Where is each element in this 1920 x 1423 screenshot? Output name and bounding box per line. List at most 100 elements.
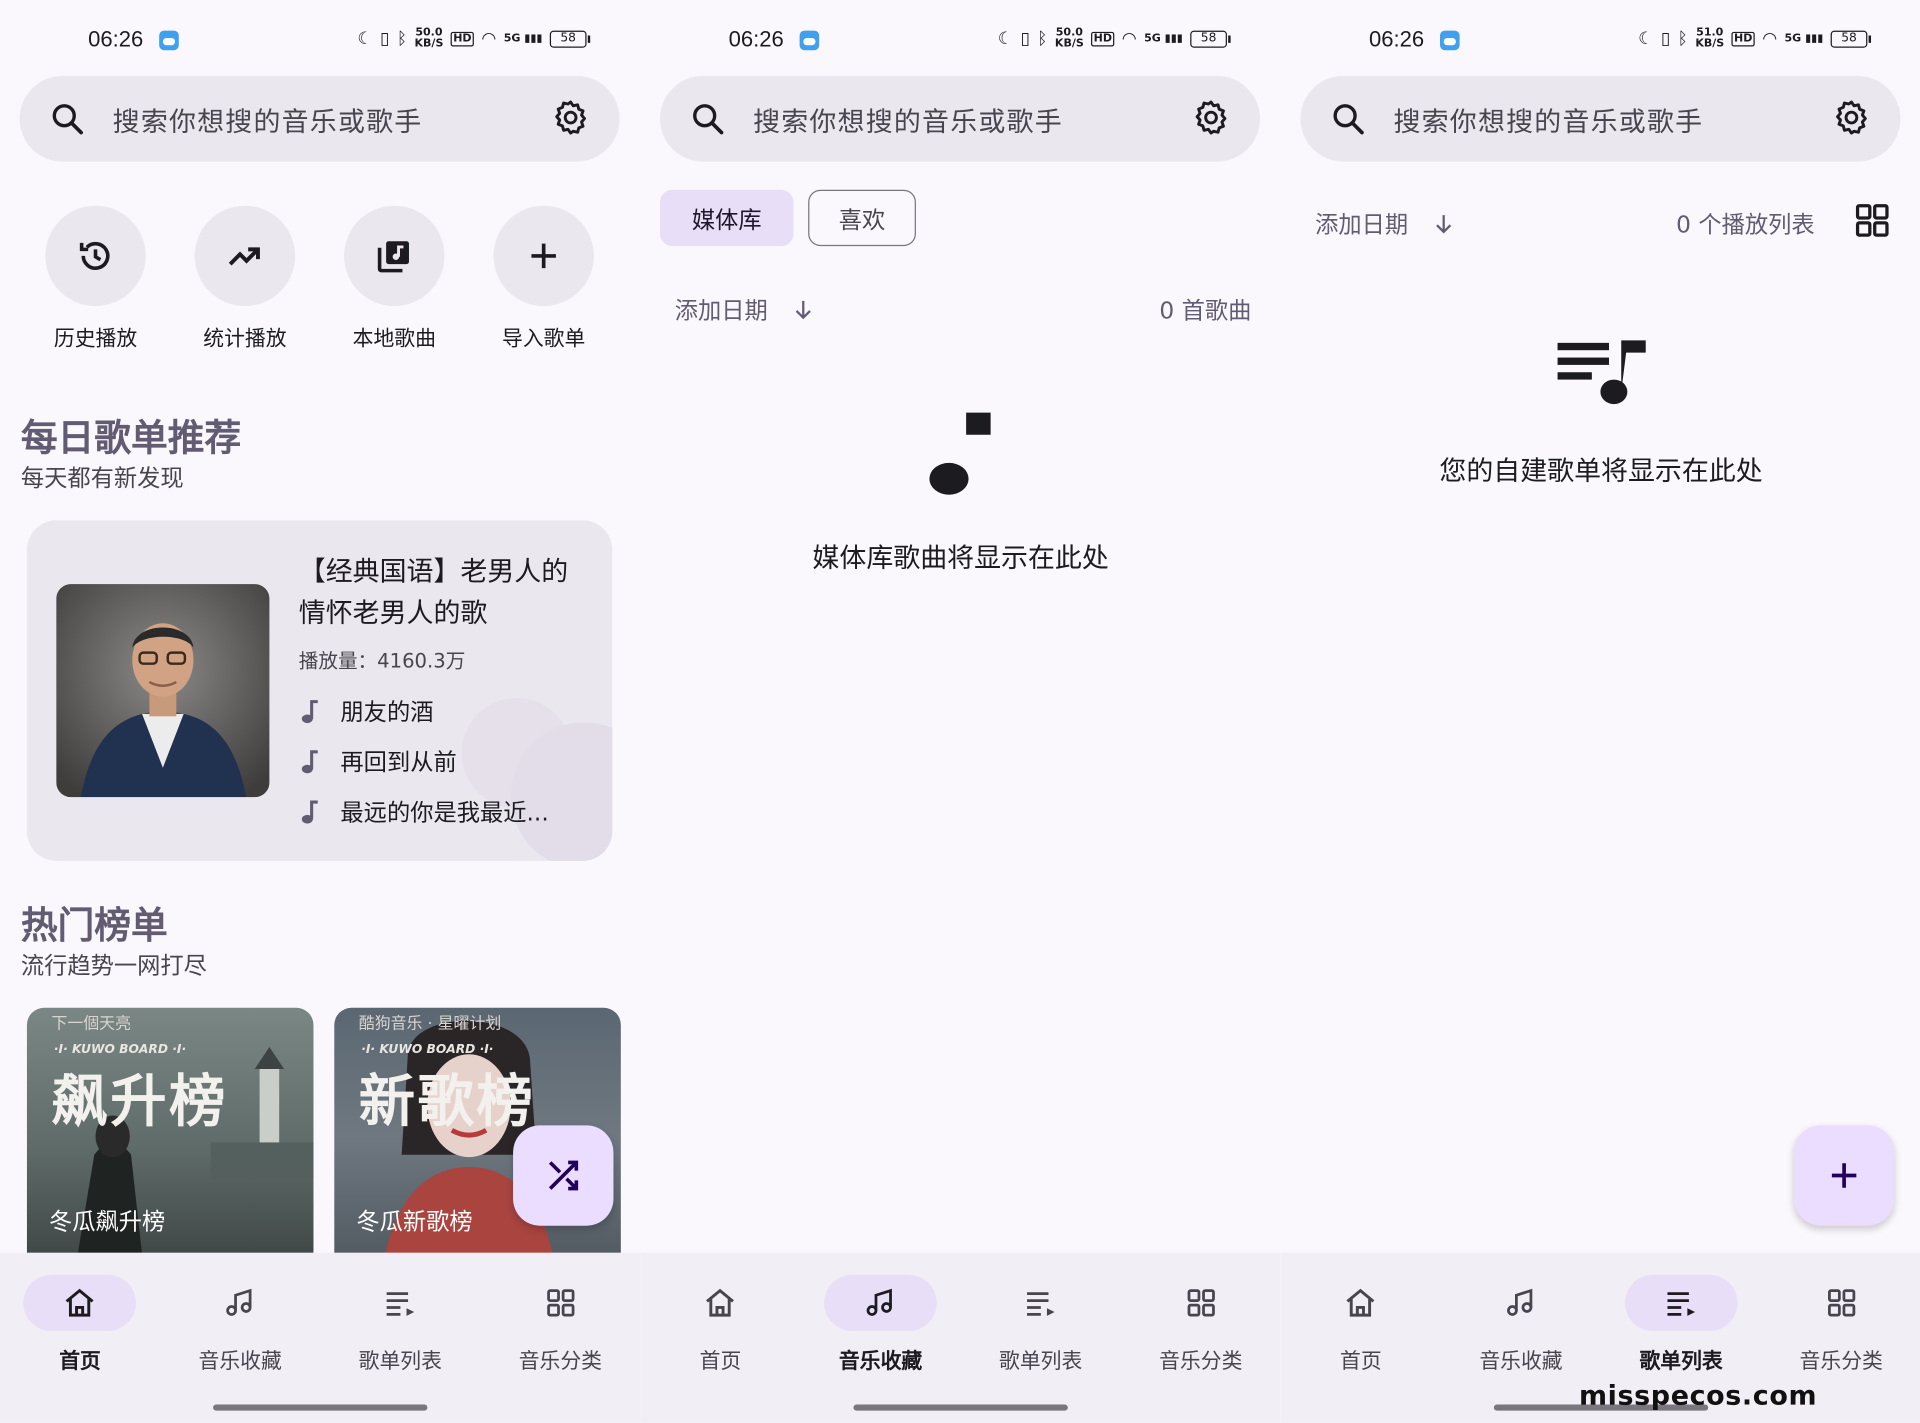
playlist-cover-image[interactable] <box>56 584 270 798</box>
arrow-down-icon <box>1436 214 1452 233</box>
moon-icon: ☾ <box>1638 29 1654 49</box>
nav-favorites[interactable]: 音乐收藏 <box>801 1253 961 1423</box>
status-icons: ☾ ▯ ᛒ 50.0 KB/S HD ◠ 5G ▮▮▮ 58 <box>998 26 1231 51</box>
playlist-song[interactable]: 朋友的酒 <box>299 694 433 727</box>
search-icon <box>52 104 83 135</box>
nav-home[interactable]: 首页 <box>0 1253 160 1423</box>
home-icon <box>66 1288 94 1317</box>
gesture-handle[interactable] <box>853 1404 1068 1411</box>
shuffle-icon <box>548 1160 579 1191</box>
nav-playlists-label: 歌单列表 <box>358 1349 442 1374</box>
quick-local[interactable]: 本地歌曲 <box>336 205 454 352</box>
search-placeholder[interactable]: 搜索你想搜的音乐或歌手 <box>113 100 423 139</box>
vibrate-icon: ▯ <box>1660 29 1671 49</box>
chart-rising-brand: ·I· KUWO BOARD ·I· <box>53 1043 187 1057</box>
moon-icon: ☾ <box>357 29 373 49</box>
nav-categories-label: 音乐分类 <box>518 1349 602 1374</box>
status-bar: 06:26 ☾ ▯ ᛒ 50.0 KB/S HD ◠ 5G ▮▮▮ 58 <box>0 24 640 56</box>
chart-new-name[interactable]: 冬瓜新歌榜 <box>356 1204 472 1237</box>
playlist-song[interactable]: 最远的你是我最近... <box>299 795 549 828</box>
net-speed: 50.0 KB/S <box>414 26 444 51</box>
bluetooth-icon: ᛒ <box>1037 29 1048 49</box>
playlist-music-icon <box>1557 340 1646 405</box>
hd-icon: HD <box>1091 31 1115 47</box>
daily-title: 每日歌单推荐 <box>20 417 242 461</box>
music-collection-icon <box>1507 1288 1533 1316</box>
net-speed: 50.0 KB/S <box>1054 26 1084 51</box>
sort-by-date[interactable]: 添加日期 <box>1315 207 1457 240</box>
battery-icon: 58 <box>1190 30 1231 48</box>
wifi-icon: ◠ <box>481 29 497 49</box>
chip-library[interactable]: 媒体库 <box>660 189 794 247</box>
quick-history[interactable]: 历史播放 <box>37 205 155 351</box>
status-icons: ☾ ▯ ᛒ 51.0 KB/S HD ◠ 5G ▮▮▮ 58 <box>1638 28 1872 50</box>
shuffle-fab[interactable] <box>513 1125 614 1226</box>
bottom-navigation: 首页 音乐收藏 歌单列表 音乐分类 <box>0 1252 641 1423</box>
chart-card-rising[interactable]: 下一個天亮 ·I· KUWO BOARD ·I· 飙升榜 冬瓜飙升榜 <box>26 1007 314 1265</box>
status-time: 06:26 <box>88 26 144 52</box>
bluetooth-icon: ᛒ <box>1677 29 1688 49</box>
search-bar[interactable]: 搜索你想搜的音乐或歌手 <box>660 75 1261 162</box>
nav-home-label: 首页 <box>1340 1349 1382 1374</box>
chart-new-caption: 酷狗音乐 · 星曜计划 <box>358 1015 502 1034</box>
settings-gear-icon[interactable] <box>551 98 590 137</box>
search-bar[interactable]: 搜索你想搜的音乐或歌手 <box>19 75 620 162</box>
quick-actions: 历史播放 统计播放 本地歌曲 导入歌单 <box>20 205 620 352</box>
music-note-icon <box>301 749 318 773</box>
history-icon <box>79 241 110 270</box>
chart-rising-name[interactable]: 冬瓜飙升榜 <box>49 1204 165 1237</box>
quick-local-label: 本地歌曲 <box>352 326 436 352</box>
search-placeholder[interactable]: 搜索你想搜的音乐或歌手 <box>1393 100 1703 139</box>
hot-charts-subtitle: 流行趋势一网打尽 <box>20 952 207 980</box>
home-icon <box>1346 1288 1375 1317</box>
quick-import-label: 导入歌单 <box>502 326 586 352</box>
music-note-icon <box>929 412 991 495</box>
nav-categories[interactable]: 音乐分类 <box>1121 1253 1281 1423</box>
weather-icon <box>159 30 179 51</box>
quick-stats[interactable]: 统计播放 <box>186 205 304 351</box>
nav-favorites-label: 音乐收藏 <box>1479 1349 1563 1374</box>
nav-playlists-label: 歌单列表 <box>999 1349 1083 1374</box>
gesture-handle[interactable] <box>213 1404 428 1411</box>
nav-home[interactable]: 首页 <box>640 1253 800 1423</box>
nav-home-label: 首页 <box>699 1349 742 1374</box>
nav-playlists[interactable]: 歌单列表 <box>320 1253 480 1423</box>
nav-favorites[interactable]: 音乐收藏 <box>1441 1253 1601 1423</box>
chip-liked[interactable]: 喜欢 <box>808 189 916 247</box>
cover-portrait <box>56 584 270 798</box>
playlist-icon <box>1667 1292 1695 1316</box>
grid-view-icon[interactable] <box>1853 201 1892 240</box>
nav-home-label: 首页 <box>59 1349 101 1374</box>
nav-home[interactable]: 首页 <box>1281 1253 1441 1423</box>
playlist-song[interactable]: 再回到从前 <box>299 744 457 777</box>
status-bar: 06:26 ☾ ▯ ᛒ 51.0 KB/S HD ◠ 5G ▮▮▮ 58 <box>1281 24 1920 56</box>
signal-icon: 5G ▮▮▮ <box>503 32 543 45</box>
settings-gear-icon[interactable] <box>1191 98 1230 137</box>
chart-new-cover-title: 新歌榜 <box>358 1067 536 1134</box>
search-bar[interactable]: 搜索你想搜的音乐或歌手 <box>1300 75 1901 162</box>
trending-up-icon <box>228 247 260 266</box>
nav-favorites[interactable]: 音乐收藏 <box>160 1253 320 1423</box>
vibrate-icon: ▯ <box>380 29 390 49</box>
status-time: 06:26 <box>728 26 784 52</box>
nav-playlists[interactable]: 歌单列表 <box>961 1253 1121 1423</box>
grid-icon <box>1827 1289 1855 1317</box>
quick-import[interactable]: 导入歌单 <box>485 205 603 352</box>
bluetooth-icon: ᛒ <box>396 29 408 49</box>
daily-subtitle: 每天都有新发现 <box>20 465 184 493</box>
nav-categories[interactable]: 音乐分类 <box>480 1253 640 1423</box>
daily-playlist-card[interactable]: 【经典国语】老男人的情怀老男人的歌 播放量：4160.3万 朋友的酒 再回到从前… <box>26 520 613 861</box>
music-collection-icon <box>226 1288 252 1316</box>
vibrate-icon: ▯ <box>1020 29 1030 49</box>
status-bar: 06:26 ☾ ▯ ᛒ 50.0 KB/S HD ◠ 5G ▮▮▮ 58 <box>640 24 1280 56</box>
search-placeholder[interactable]: 搜索你想搜的音乐或歌手 <box>753 100 1063 139</box>
plus-icon <box>1831 1163 1857 1188</box>
home-icon <box>706 1288 735 1317</box>
grid-icon <box>546 1289 574 1317</box>
home-screen: 06:26 ☾ ▯ ᛒ 50.0 KB/S HD ◠ 5G ▮▮▮ 58 搜索你想… <box>0 0 641 1423</box>
weather-icon <box>799 30 820 51</box>
settings-gear-icon[interactable] <box>1832 98 1871 137</box>
sort-by-date[interactable]: 添加日期 <box>675 293 817 326</box>
playlist-title[interactable]: 【经典国语】老男人的情怀老男人的歌 <box>299 552 581 635</box>
add-playlist-fab[interactable] <box>1793 1125 1895 1226</box>
